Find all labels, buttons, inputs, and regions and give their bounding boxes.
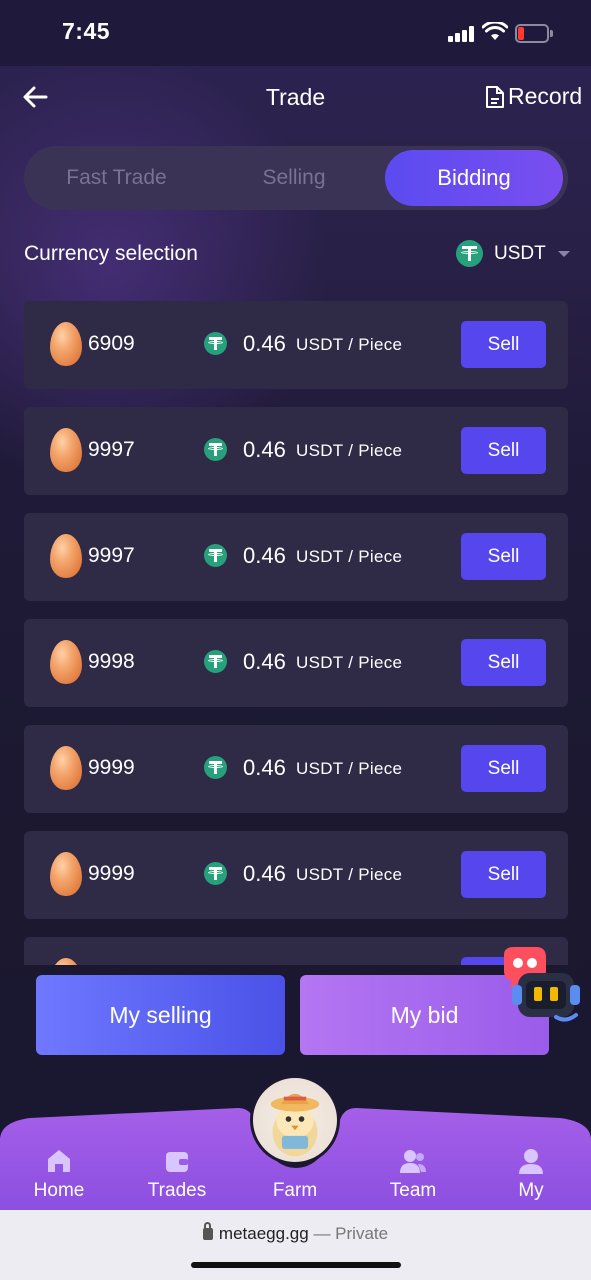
sell-button[interactable]: Sell [461, 321, 546, 368]
top-nav: Trade Record [0, 66, 591, 130]
home-indicator[interactable] [191, 1262, 401, 1268]
egg-icon [50, 958, 82, 965]
record-label: Record [508, 83, 583, 109]
tab-home-label: Home [33, 1180, 85, 1201]
egg-quantity: 9998 [88, 650, 135, 673]
tab-trades[interactable]: Trades [122, 1146, 232, 1202]
price-unit: USDT / Piece [296, 653, 403, 672]
tether-icon [204, 862, 227, 885]
list-item: 9999 0.46 USDT / Piece Sell [24, 831, 568, 919]
user-icon [519, 1149, 543, 1174]
tether-icon [204, 544, 227, 567]
egg-quantity: 9997 [88, 544, 135, 567]
sell-button[interactable]: Sell [461, 639, 546, 686]
list-item: 6909 0.46 USDT / Piece Sell [24, 301, 568, 389]
price: 0.46 [243, 437, 286, 462]
my-selling-button[interactable]: My selling [36, 975, 285, 1055]
lock-icon [202, 1222, 213, 1240]
tab-fast-trade[interactable]: Fast Trade [34, 150, 199, 206]
currency-label: Currency selection [24, 242, 198, 265]
document-icon [486, 85, 504, 108]
record-link[interactable]: Record [484, 83, 582, 110]
list-item: 9997 0.46 USDT / Piece Sell [24, 407, 568, 495]
list-item-partial [24, 937, 568, 965]
tab-trades-label: Trades [147, 1180, 207, 1201]
tab-farm-label[interactable]: Farm [240, 1180, 350, 1202]
url-privacy-label: — Private [313, 1224, 389, 1243]
bid-list: 6909 0.46 USDT / Piece Sell 9997 0.46 US… [24, 301, 568, 965]
farm-button[interactable] [250, 1075, 340, 1165]
list-item: 9998 0.46 USDT / Piece Sell [24, 619, 568, 707]
tab-team-label: Team [389, 1180, 437, 1201]
trade-mode-tabs: Fast Trade Selling Bidding [24, 146, 568, 210]
egg-icon [50, 428, 82, 472]
team-icon [400, 1150, 426, 1173]
egg-quantity: 9999 [88, 756, 135, 779]
tab-my[interactable]: My [476, 1146, 586, 1202]
currency-value: USDT [494, 242, 546, 264]
battery-icon [515, 24, 553, 43]
egg-quantity: 9997 [88, 438, 135, 461]
price-unit: USDT / Piece [296, 441, 403, 460]
tab-team[interactable]: Team [358, 1146, 468, 1202]
currency-dropdown[interactable]: USDT [456, 240, 570, 267]
price: 0.46 [243, 543, 286, 568]
browser-url-bar[interactable]: metaegg.gg — Private [0, 1210, 591, 1280]
url-domain: metaegg.gg [218, 1224, 309, 1243]
cellular-signal-icon [448, 26, 476, 42]
tab-selling[interactable]: Selling [214, 150, 374, 206]
sell-button[interactable]: Sell [461, 745, 546, 792]
price-unit: USDT / Piece [296, 865, 403, 884]
tether-icon [204, 332, 227, 355]
chick-avatar-icon [270, 1093, 320, 1157]
sell-button[interactable]: Sell [461, 533, 546, 580]
price-unit: USDT / Piece [296, 547, 403, 566]
egg-icon [50, 534, 82, 578]
price: 0.46 [243, 331, 286, 356]
chevron-down-icon [557, 250, 570, 257]
price: 0.46 [243, 755, 286, 780]
status-time: 7:45 [62, 18, 111, 44]
list-item: 9999 0.46 USDT / Piece Sell [24, 725, 568, 813]
egg-icon [50, 746, 82, 790]
sell-button[interactable]: Sell [461, 851, 546, 898]
egg-icon [50, 322, 82, 366]
currency-row: Currency selection USDT [24, 240, 570, 272]
sell-button[interactable]: Sell [461, 427, 546, 474]
egg-quantity: 6909 [88, 332, 135, 355]
egg-icon [50, 852, 82, 896]
status-bar: 7:45 [0, 0, 591, 66]
tether-icon [204, 650, 227, 673]
price-unit: USDT / Piece [296, 335, 403, 354]
list-item: 9997 0.46 USDT / Piece Sell [24, 513, 568, 601]
price: 0.46 [243, 649, 286, 674]
egg-quantity: 9999 [88, 862, 135, 885]
price: 0.46 [243, 861, 286, 886]
wifi-icon [482, 22, 508, 40]
tab-bidding[interactable]: Bidding [385, 150, 563, 206]
tether-icon [456, 240, 483, 267]
egg-icon [50, 640, 82, 684]
price-unit: USDT / Piece [296, 759, 403, 778]
home-icon [48, 1150, 70, 1172]
tab-my-label: My [518, 1180, 544, 1201]
chat-bot-icon[interactable] [496, 945, 588, 1029]
tab-home[interactable]: Home [4, 1146, 114, 1202]
wallet-icon [166, 1152, 188, 1172]
tether-icon [204, 756, 227, 779]
tether-icon [204, 438, 227, 461]
